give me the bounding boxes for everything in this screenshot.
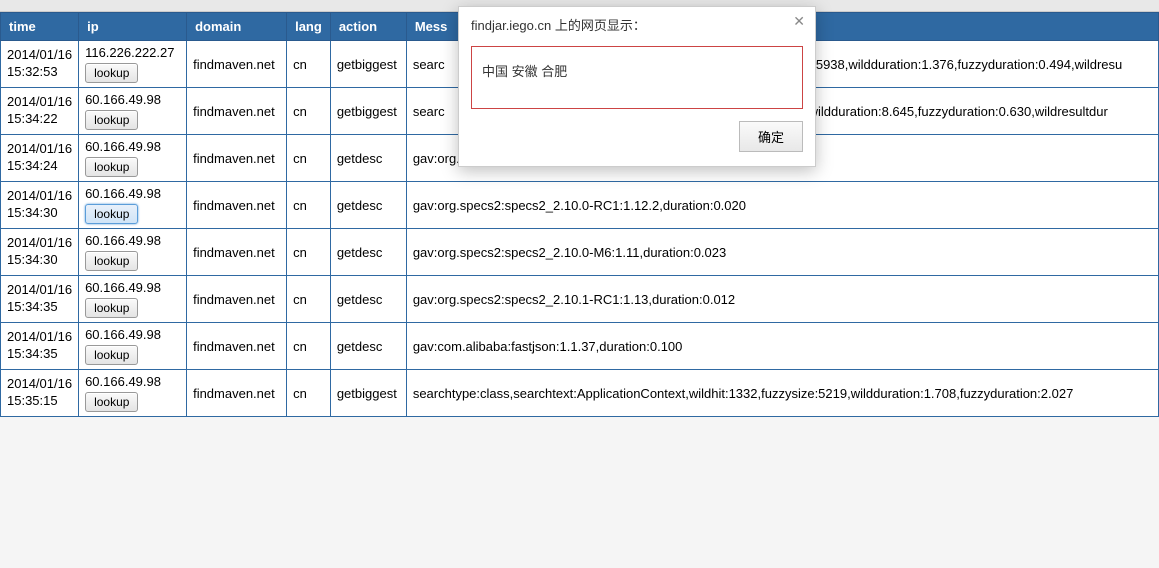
- cell-time: 2014/01/16 15:34:24: [1, 135, 79, 182]
- message-right: wildduration:8.645,fuzzyduration:0.630,w…: [809, 104, 1108, 119]
- col-time[interactable]: time: [1, 13, 79, 41]
- alert-body: 中国 安徽 合肥: [471, 46, 803, 109]
- cell-ip: 116.226.222.27 lookup: [79, 41, 187, 88]
- cell-lang: cn: [287, 370, 331, 417]
- cell-lang: cn: [287, 323, 331, 370]
- cell-time: 2014/01/16 15:34:35: [1, 276, 79, 323]
- cell-ip: 60.166.49.98 lookup: [79, 276, 187, 323]
- table-row: 2014/01/16 15:34:35 60.166.49.98 lookup fin…: [1, 276, 1159, 323]
- cell-action: getbiggest: [330, 88, 406, 135]
- cell-lang: cn: [287, 276, 331, 323]
- cell-domain: findmaven.net: [187, 135, 287, 182]
- close-icon[interactable]: ✕: [793, 13, 805, 30]
- cell-action: getdesc: [330, 276, 406, 323]
- message-left: searc: [413, 57, 445, 72]
- cell-message: gav:com.alibaba:fastjson:1.1.37,duration…: [406, 323, 1158, 370]
- alert-footer: 确定: [459, 121, 815, 166]
- cell-action: getbiggest: [330, 370, 406, 417]
- alert-title: findjar.iego.cn 上的网页显示：: [471, 18, 646, 33]
- cell-lang: cn: [287, 182, 331, 229]
- alert-header: findjar.iego.cn 上的网页显示： ✕: [459, 7, 815, 40]
- cell-message: gav:org.specs2:specs2_2.10.0-M6:1.11,dur…: [406, 229, 1158, 276]
- cell-action: getdesc: [330, 229, 406, 276]
- alert-dialog: findjar.iego.cn 上的网页显示： ✕ 中国 安徽 合肥 确定: [458, 6, 816, 167]
- ip-text: 60.166.49.98: [85, 327, 180, 342]
- table-row: 2014/01/16 15:35:15 60.166.49.98 lookup fin…: [1, 370, 1159, 417]
- message-right: 25938,wildduration:1.376,fuzzyduration:0…: [809, 57, 1123, 72]
- cell-time: 2014/01/16 15:34:30: [1, 229, 79, 276]
- cell-time: 2014/01/16 15:32:53: [1, 41, 79, 88]
- col-action[interactable]: action: [330, 13, 406, 41]
- alert-ok-button[interactable]: 确定: [739, 121, 803, 152]
- ip-text: 60.166.49.98: [85, 139, 180, 154]
- table-row: 2014/01/16 15:34:30 60.166.49.98 lookup fin…: [1, 229, 1159, 276]
- cell-action: getbiggest: [330, 41, 406, 88]
- cell-ip: 60.166.49.98 lookup: [79, 370, 187, 417]
- cell-ip: 60.166.49.98 lookup: [79, 182, 187, 229]
- ip-text: 60.166.49.98: [85, 233, 180, 248]
- cell-domain: findmaven.net: [187, 41, 287, 88]
- ip-text: 60.166.49.98: [85, 186, 180, 201]
- cell-action: getdesc: [330, 135, 406, 182]
- cell-lang: cn: [287, 229, 331, 276]
- lookup-button[interactable]: lookup: [85, 110, 138, 130]
- table-row: 2014/01/16 15:34:30 60.166.49.98 lookup fin…: [1, 182, 1159, 229]
- message-left: searc: [413, 104, 445, 119]
- cell-message: gav:org.specs2:specs2_2.10.0-RC1:1.12.2,…: [406, 182, 1158, 229]
- lookup-button[interactable]: lookup: [85, 392, 138, 412]
- cell-domain: findmaven.net: [187, 229, 287, 276]
- cell-message: searchtype:class,searchtext:ApplicationC…: [406, 370, 1158, 417]
- cell-domain: findmaven.net: [187, 276, 287, 323]
- lookup-button[interactable]: lookup: [85, 204, 138, 224]
- ip-text: 60.166.49.98: [85, 280, 180, 295]
- cell-time: 2014/01/16 15:35:15: [1, 370, 79, 417]
- ip-text: 60.166.49.98: [85, 374, 180, 389]
- ip-text: 116.226.222.27: [85, 45, 180, 60]
- cell-lang: cn: [287, 41, 331, 88]
- cell-ip: 60.166.49.98 lookup: [79, 88, 187, 135]
- cell-domain: findmaven.net: [187, 88, 287, 135]
- lookup-button[interactable]: lookup: [85, 251, 138, 271]
- table-row: 2014/01/16 15:34:35 60.166.49.98 lookup fin…: [1, 323, 1159, 370]
- cell-time: 2014/01/16 15:34:35: [1, 323, 79, 370]
- cell-ip: 60.166.49.98 lookup: [79, 323, 187, 370]
- cell-time: 2014/01/16 15:34:30: [1, 182, 79, 229]
- lookup-button[interactable]: lookup: [85, 298, 138, 318]
- cell-message: gav:org.specs2:specs2_2.10.1-RC1:1.13,du…: [406, 276, 1158, 323]
- lookup-button[interactable]: lookup: [85, 157, 138, 177]
- col-ip[interactable]: ip: [79, 13, 187, 41]
- cell-lang: cn: [287, 135, 331, 182]
- cell-lang: cn: [287, 88, 331, 135]
- cell-ip: 60.166.49.98 lookup: [79, 229, 187, 276]
- cell-domain: findmaven.net: [187, 182, 287, 229]
- cell-domain: findmaven.net: [187, 323, 287, 370]
- cell-domain: findmaven.net: [187, 370, 287, 417]
- col-domain[interactable]: domain: [187, 13, 287, 41]
- lookup-button[interactable]: lookup: [85, 345, 138, 365]
- cell-action: getdesc: [330, 323, 406, 370]
- col-lang[interactable]: lang: [287, 13, 331, 41]
- lookup-button[interactable]: lookup: [85, 63, 138, 83]
- cell-action: getdesc: [330, 182, 406, 229]
- ip-text: 60.166.49.98: [85, 92, 180, 107]
- cell-ip: 60.166.49.98 lookup: [79, 135, 187, 182]
- cell-time: 2014/01/16 15:34:22: [1, 88, 79, 135]
